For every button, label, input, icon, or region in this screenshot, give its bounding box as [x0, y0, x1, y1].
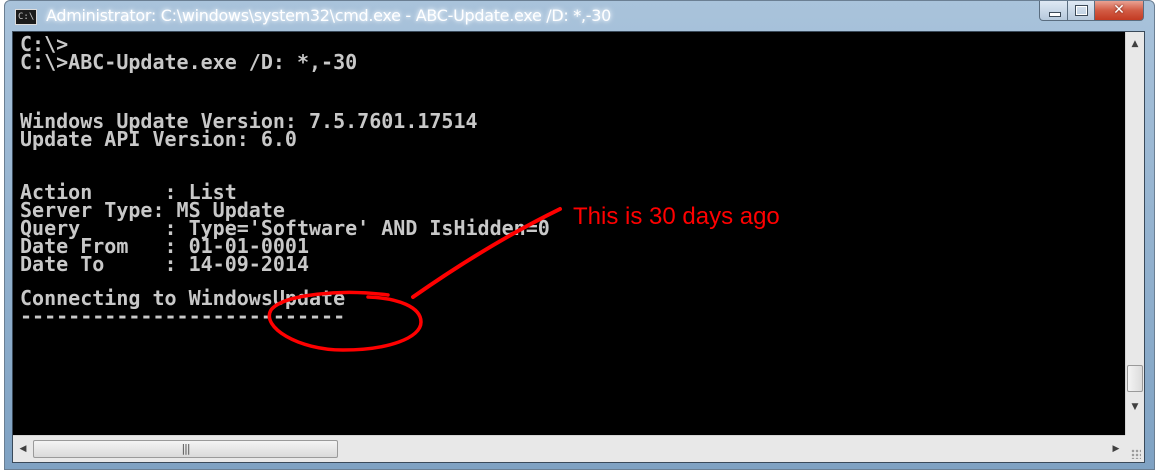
caption-buttons: ✕ [1039, 1, 1144, 22]
console-client-area: C:\> C:\>ABC-Update.exe /D: *,-30 Window… [12, 31, 1145, 463]
minimize-icon [1049, 12, 1061, 17]
horizontal-scroll-thumb[interactable]: ||| [33, 440, 338, 458]
annotation-label: This is 30 days ago [573, 203, 780, 230]
annotation-markup [267, 207, 562, 352]
annotation-circle [267, 290, 423, 352]
scroll-down-icon[interactable]: ▼ [1126, 399, 1144, 416]
horizontal-scrollbar[interactable]: ◀ ||| ▶ [13, 435, 1126, 462]
close-icon: ✕ [1113, 2, 1125, 18]
title-bar[interactable]: C:\ Administrator: C:\windows\system32\c… [5, 1, 1154, 31]
console-output[interactable]: C:\> C:\>ABC-Update.exe /D: *,-30 Window… [13, 32, 1126, 435]
scroll-left-icon[interactable]: ◀ [13, 436, 33, 462]
resize-grip-icon [1131, 449, 1141, 459]
vertical-scroll-thumb[interactable] [1127, 365, 1143, 392]
cmd-icon[interactable]: C:\ [15, 9, 37, 25]
size-grip[interactable] [1125, 435, 1144, 462]
scroll-right-icon[interactable]: ▶ [1106, 436, 1126, 462]
minimize-button[interactable] [1039, 1, 1068, 21]
maximize-button[interactable] [1068, 1, 1095, 21]
scroll-up-icon[interactable]: ▲ [1126, 36, 1144, 53]
close-button[interactable]: ✕ [1095, 1, 1144, 21]
vertical-scrollbar[interactable]: ▲ ▼ [1125, 32, 1144, 435]
annotation-arrow [411, 207, 562, 299]
window-title: Administrator: C:\windows\system32\cmd.e… [46, 6, 611, 25]
console-window: C:\ Administrator: C:\windows\system32\c… [4, 0, 1155, 470]
maximize-icon [1075, 5, 1088, 16]
